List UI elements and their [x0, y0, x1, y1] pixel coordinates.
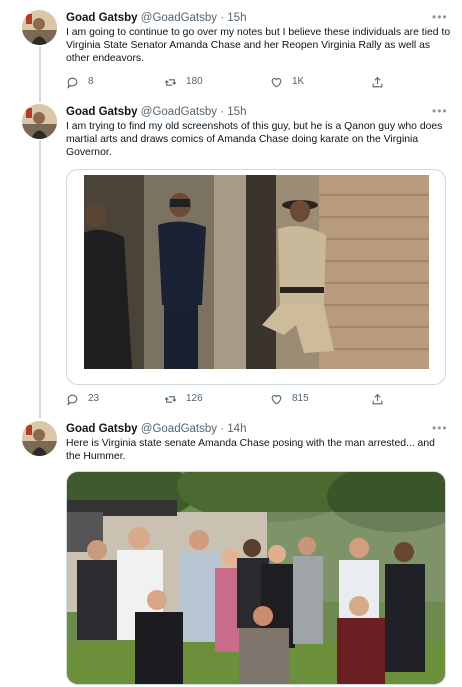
reply-button[interactable]: 8 [66, 73, 94, 91]
retweet-icon [164, 78, 177, 86]
handle[interactable]: @GoadGatsby [141, 106, 217, 118]
tweet-header: Goad Gatsby @GoadGatsby · 15h [66, 105, 246, 119]
avatar[interactable] [22, 10, 57, 45]
display-name[interactable]: Goad Gatsby [66, 423, 138, 435]
tweet-actions: 8 180 1K [66, 73, 446, 91]
separator: · [220, 106, 225, 118]
avatar[interactable] [22, 104, 57, 139]
photo[interactable] [67, 472, 445, 684]
share-icon [372, 76, 383, 87]
photo[interactable] [84, 175, 429, 369]
share-icon [372, 393, 383, 404]
reply-icon [67, 77, 78, 89]
retweet-icon [164, 395, 177, 403]
more-icon[interactable]: ••• [432, 11, 448, 23]
timestamp[interactable]: 14h [227, 423, 246, 435]
retweet-count: 126 [186, 393, 203, 404]
handle[interactable]: @GoadGatsby [141, 423, 217, 435]
tweet-photo-card[interactable] [66, 169, 446, 385]
like-button[interactable]: 1K [270, 73, 304, 91]
retweet-button[interactable]: 126 [164, 390, 203, 408]
tweet-1[interactable]: Goad Gatsby @GoadGatsby · 15h ••• I am g… [0, 0, 462, 100]
display-name[interactable]: Goad Gatsby [66, 106, 138, 118]
tweet-photo-card[interactable] [66, 471, 446, 685]
tweet-header: Goad Gatsby @GoadGatsby · 14h [66, 422, 246, 436]
reply-count: 23 [88, 393, 100, 404]
tweet-actions: 23 126 815 [66, 390, 446, 408]
display-name[interactable]: Goad Gatsby [66, 12, 138, 24]
handle[interactable]: @GoadGatsby [141, 12, 217, 24]
tweet-header: Goad Gatsby @GoadGatsby · 15h [66, 11, 246, 25]
avatar[interactable] [22, 421, 57, 456]
like-count: 815 [292, 393, 309, 404]
separator: · [220, 12, 225, 24]
like-count: 1K [292, 76, 305, 87]
timestamp[interactable]: 15h [227, 106, 246, 118]
timestamp[interactable]: 15h [227, 12, 246, 24]
tweet-text: Here is Virginia state senate Amanda Cha… [66, 438, 435, 462]
tweet-2[interactable]: Goad Gatsby @GoadGatsby · 15h ••• I am t… [0, 100, 462, 415]
more-icon[interactable]: ••• [432, 105, 448, 117]
reply-count: 8 [88, 76, 94, 87]
retweet-count: 180 [186, 76, 203, 87]
share-button[interactable] [371, 390, 393, 408]
reply-icon [67, 394, 78, 406]
retweet-button[interactable]: 180 [164, 73, 203, 91]
like-button[interactable]: 815 [270, 390, 309, 408]
separator: · [220, 423, 225, 435]
more-icon[interactable]: ••• [432, 422, 448, 434]
tweet-text: I am going to continue to go over my not… [66, 27, 451, 64]
reply-button[interactable]: 23 [66, 390, 99, 408]
share-button[interactable] [371, 73, 393, 91]
heart-icon [271, 394, 282, 404]
tweet-3[interactable]: Goad Gatsby @GoadGatsby · 14h ••• Here i… [0, 415, 462, 687]
tweet-text: I am trying to find my old screenshots o… [66, 121, 443, 158]
heart-icon [271, 77, 282, 87]
